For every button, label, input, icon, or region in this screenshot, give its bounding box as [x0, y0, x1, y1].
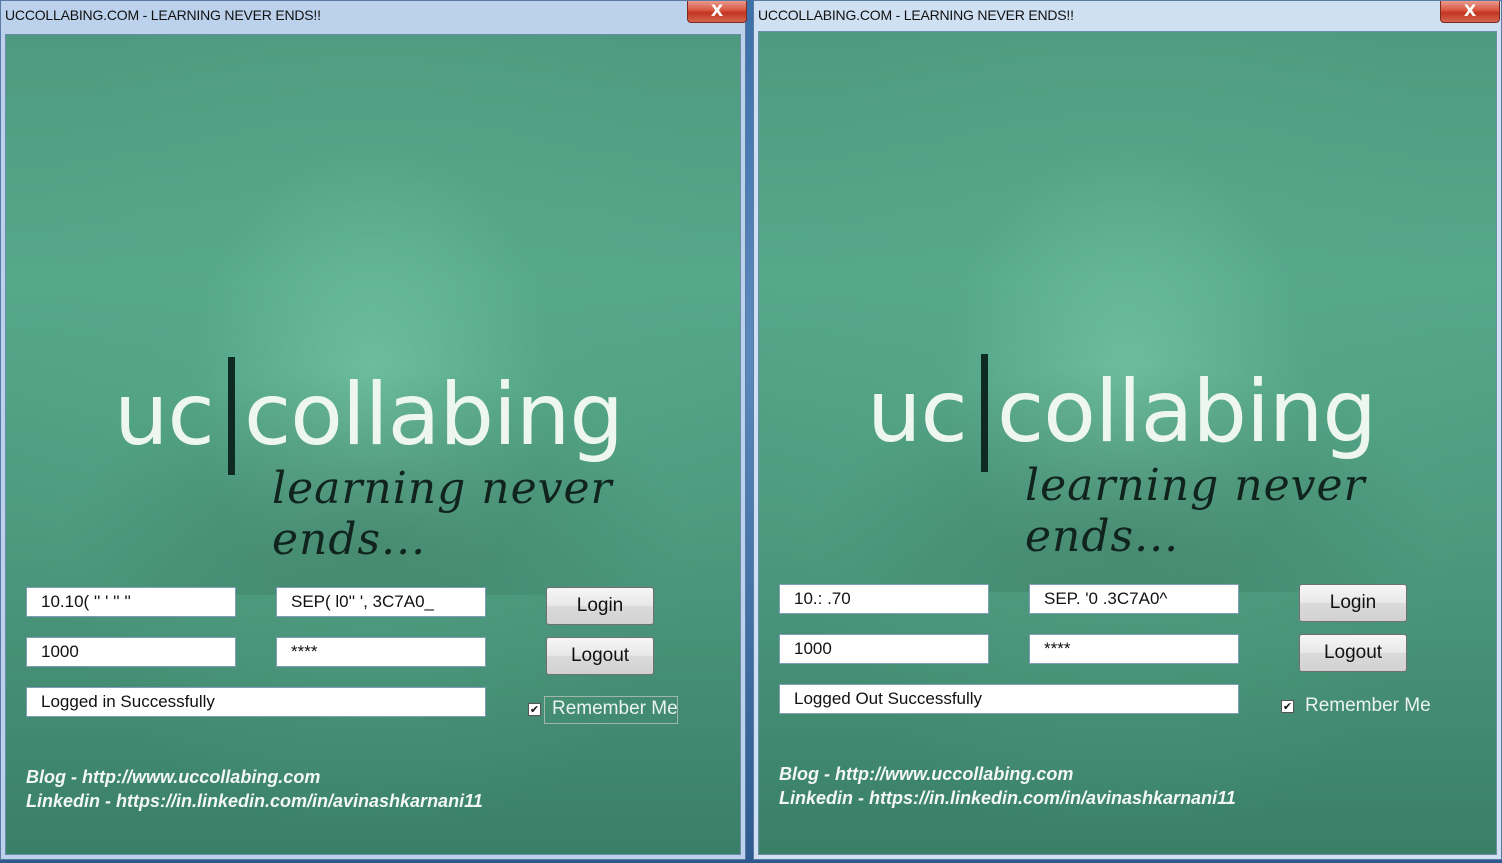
close-icon: X	[1463, 1, 1477, 20]
logo-uc-text: uc	[867, 362, 968, 462]
app-window-left: UCCOLLABING.COM - LEARNING NEVER ENDS!! …	[0, 0, 747, 860]
password-field[interactable]: ****	[1029, 634, 1239, 664]
password-field[interactable]: ****	[276, 637, 486, 667]
logo-divider	[228, 357, 235, 475]
linkedin-link[interactable]: Linkedin - https://in.linkedin.com/in/av…	[779, 788, 1236, 809]
device-name-field[interactable]: SEP. '0 .3C7A0^	[1029, 584, 1239, 614]
title-bar[interactable]: UCCOLLABING.COM - LEARNING NEVER ENDS!! …	[754, 1, 1501, 33]
window-title: UCCOLLABING.COM - LEARNING NEVER ENDS!!	[758, 7, 1074, 23]
logout-button[interactable]: Logout	[1299, 634, 1407, 672]
server-ip-field[interactable]: 10.10( '' ' '' ''	[26, 587, 236, 617]
close-button[interactable]: X	[687, 1, 747, 23]
linkedin-link[interactable]: Linkedin - https://in.linkedin.com/in/av…	[26, 791, 483, 812]
remember-me-checkbox[interactable]: ✔ Remember Me	[1281, 694, 1431, 722]
device-name-field[interactable]: SEP( l0'' ', 3C7A0_	[276, 587, 486, 617]
extension-field[interactable]: 1000	[779, 634, 989, 664]
blog-link[interactable]: Blog - http://www.uccollabing.com	[779, 764, 1073, 785]
checkbox-check-icon[interactable]: ✔	[1281, 700, 1294, 713]
logout-button[interactable]: Logout	[546, 637, 654, 675]
client-area: uc collabing learning never ends... 10.1…	[5, 34, 741, 855]
focus-rectangle	[544, 696, 678, 724]
logo-divider	[981, 354, 988, 472]
app-window-right: UCCOLLABING.COM - LEARNING NEVER ENDS!! …	[753, 0, 1502, 860]
extension-field[interactable]: 1000	[26, 637, 236, 667]
close-icon: X	[710, 1, 724, 20]
logo-tagline: learning never ends...	[272, 463, 613, 565]
login-button[interactable]: Login	[546, 587, 654, 625]
logo-uc-text: uc	[114, 365, 215, 465]
logo-tagline: learning never ends...	[1025, 460, 1366, 562]
status-field: Logged in Successfully	[26, 687, 486, 717]
title-bar[interactable]: UCCOLLABING.COM - LEARNING NEVER ENDS!! …	[1, 1, 747, 33]
blog-link[interactable]: Blog - http://www.uccollabing.com	[26, 767, 320, 788]
server-ip-field[interactable]: 10.: .70	[779, 584, 989, 614]
status-field: Logged Out Successfully	[779, 684, 1239, 714]
remember-me-label[interactable]: Remember Me	[1305, 695, 1431, 717]
window-title: UCCOLLABING.COM - LEARNING NEVER ENDS!!	[5, 7, 321, 23]
client-area: uc collabing learning never ends... 10.:…	[758, 31, 1497, 855]
login-button[interactable]: Login	[1299, 584, 1407, 622]
close-button[interactable]: X	[1440, 1, 1500, 23]
logo-collabing-text: collabing	[997, 362, 1377, 462]
logo-collabing-text: collabing	[244, 365, 624, 465]
checkbox-check-icon[interactable]: ✔	[528, 703, 541, 716]
